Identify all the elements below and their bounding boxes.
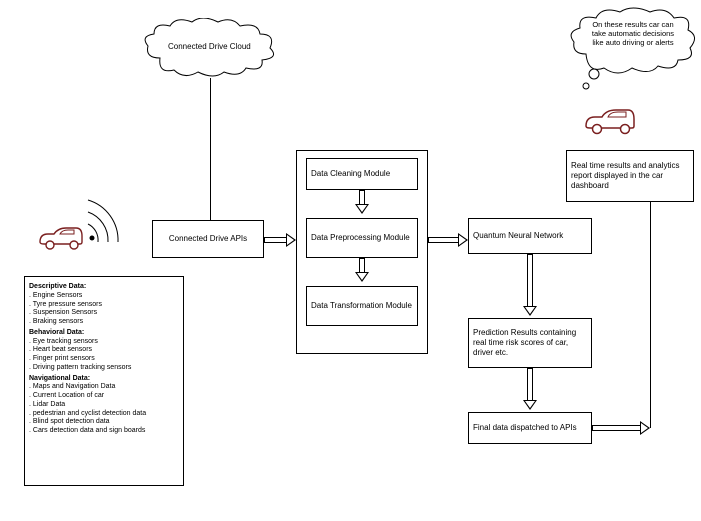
arrow-dispatch-right [592, 422, 650, 434]
list-item: Driving pattern tracking sensors [29, 364, 179, 373]
cloud-label: Connected Drive Cloud [168, 42, 251, 52]
list-item: Finger print sensors [29, 355, 179, 364]
signal-icon [86, 198, 132, 244]
behavioral-title: Behavioral Data: [29, 329, 179, 338]
list-item: Current Location of car [29, 392, 179, 401]
arrow-pipeline-qnn [428, 234, 468, 246]
connector-cloud-api [210, 78, 211, 220]
data-cleaning-label: Data Cleaning Module [311, 169, 390, 179]
list-item: Lidar Data [29, 401, 179, 410]
navigational-title: Navigational Data: [29, 375, 179, 384]
dashboard-box: Real time results and analytics report d… [566, 150, 694, 202]
car-left [36, 224, 86, 252]
prediction-label: Prediction Results containing real time … [473, 328, 587, 358]
dashboard-label: Real time results and analytics report d… [571, 161, 689, 191]
data-transformation-label: Data Transformation Module [311, 301, 412, 311]
data-transformation-box: Data Transformation Module [306, 286, 418, 326]
dispatch-box: Final data dispatched to APIs [468, 412, 592, 444]
list-item: Heart beat sensors [29, 346, 179, 355]
dispatch-label: Final data dispatched to APIs [473, 423, 577, 433]
arrow-cleaning-preproc [356, 190, 368, 214]
list-item: Cars detection data and sign boards [29, 427, 179, 436]
arrow-prediction-dispatch [524, 368, 536, 410]
data-preprocessing-box: Data Preprocessing Module [306, 218, 418, 258]
thought-label: On these results car can take automatic … [588, 20, 678, 47]
list-item: Engine Sensors [29, 292, 179, 301]
api-box: Connected Drive APIs [152, 220, 264, 258]
list-item: Eye tracking sensors [29, 338, 179, 347]
arrow-preproc-transform [356, 258, 368, 282]
descriptive-title: Descriptive Data: [29, 283, 179, 292]
qnn-box: Quantum Neural Network [468, 218, 592, 254]
data-cleaning-box: Data Cleaning Module [306, 158, 418, 190]
list-item: pedestrian and cyclist detection data [29, 410, 179, 419]
data-preprocessing-label: Data Preprocessing Module [311, 233, 410, 243]
list-item: Blind spot detection data [29, 418, 179, 427]
car-right [582, 106, 638, 136]
list-item: Maps and Navigation Data [29, 383, 179, 392]
connector-dispatch-dashboard [650, 202, 651, 428]
list-item: Suspension Sensors [29, 309, 179, 318]
list-item: Tyre pressure sensors [29, 301, 179, 310]
data-categories-box: Descriptive Data: Engine Sensors Tyre pr… [24, 276, 184, 486]
arrow-qnn-prediction [524, 254, 536, 316]
api-label: Connected Drive APIs [169, 234, 247, 244]
prediction-box: Prediction Results containing real time … [468, 318, 592, 368]
list-item: Braking sensors [29, 318, 179, 327]
qnn-label: Quantum Neural Network [473, 231, 563, 241]
arrow-api-pipeline [264, 234, 296, 246]
